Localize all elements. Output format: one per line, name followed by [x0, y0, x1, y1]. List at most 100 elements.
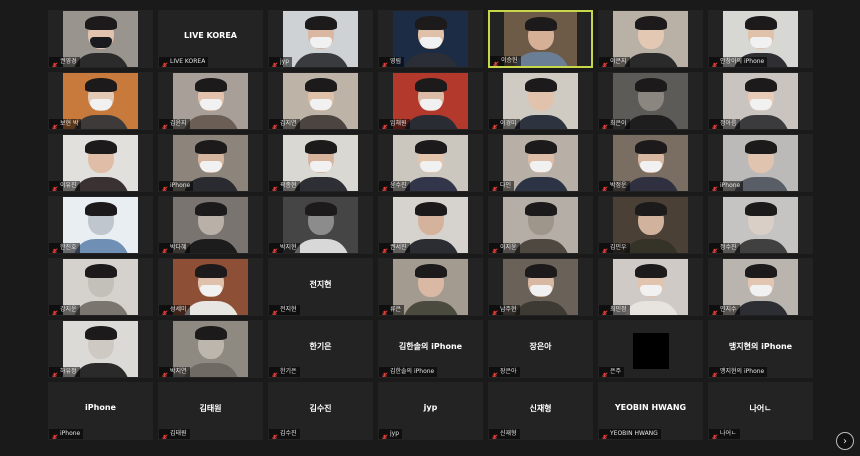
- participant-tile[interactable]: 임채원: [378, 72, 483, 130]
- participant-tile[interactable]: 한진호: [48, 196, 153, 254]
- participant-nametag: 박지현: [269, 243, 300, 253]
- participant-tile[interactable]: 권영경: [48, 10, 153, 68]
- participant-tile[interactable]: 이지윤: [488, 196, 593, 254]
- muted-mic-icon: [271, 431, 278, 439]
- muted-mic-icon: [492, 58, 499, 66]
- participant-name-label: 박정운: [610, 182, 627, 189]
- participant-tile[interactable]: 전지현 전지현: [268, 258, 373, 316]
- participant-tile[interactable]: 김한솔의 iPhone 김한솔의 iPhone: [378, 320, 483, 378]
- muted-mic-icon: [271, 121, 278, 129]
- participant-tile[interactable]: 김수진 김수진: [268, 382, 373, 440]
- participant-tile[interactable]: LIVE KOREA LIVE KOREA: [158, 10, 263, 68]
- participant-tile[interactable]: 강지운: [48, 258, 153, 316]
- participant-tile[interactable]: 다인: [488, 134, 593, 192]
- participant-tile[interactable]: 은주: [598, 320, 703, 378]
- participant-nametag: 권영경: [49, 57, 80, 67]
- muted-mic-icon: [711, 183, 718, 191]
- participant-tile[interactable]: 김윤지: [158, 72, 263, 130]
- participant-tile[interactable]: 정아름: [708, 72, 813, 130]
- participant-name-label: 성세미: [170, 306, 187, 313]
- participant-tile[interactable]: 신재형 신재형: [488, 382, 593, 440]
- avatar: [632, 333, 669, 369]
- participant-tile[interactable]: 보현 박: [48, 72, 153, 130]
- participant-name-label: 최은이: [610, 120, 627, 127]
- participant-name-label: 강지운: [60, 306, 77, 313]
- participant-name-label: 이경미: [500, 120, 517, 127]
- participant-tile[interactable]: jyp: [268, 10, 373, 68]
- participant-nametag: 강지운: [49, 305, 80, 315]
- muted-mic-icon: [381, 369, 388, 377]
- participant-display-name: YEOBIN HWANG: [614, 403, 687, 412]
- participant-nametag: 이경미: [489, 119, 520, 129]
- participant-name-label: 영림: [390, 58, 402, 65]
- participant-tile[interactable]: 이승헌: [488, 10, 593, 68]
- muted-mic-icon: [601, 431, 608, 439]
- participant-tile[interactable]: 남주현: [488, 258, 593, 316]
- participant-tile[interactable]: 김지연: [268, 72, 373, 130]
- participant-tile[interactable]: 이은지: [598, 10, 703, 68]
- participant-tile[interactable]: iPhone iPhone: [48, 382, 153, 440]
- participant-tile[interactable]: 박지현: [268, 196, 373, 254]
- participant-tile[interactable]: 김민우: [598, 196, 703, 254]
- muted-mic-icon: [161, 183, 168, 191]
- muted-mic-icon: [491, 431, 498, 439]
- participant-tile[interactable]: 하유정: [48, 320, 153, 378]
- participant-tile[interactable]: 안창이의 iPhone: [708, 10, 813, 68]
- participant-tile[interactable]: 성세미: [158, 258, 263, 316]
- participant-tile[interactable]: 곽종현: [268, 134, 373, 192]
- participant-tile[interactable]: YEOBIN HWANG YEOBIN HWANG: [598, 382, 703, 440]
- participant-display-name: LIVE KOREA: [184, 31, 237, 40]
- muted-mic-icon: [381, 245, 388, 253]
- participant-tile[interactable]: 류은: [378, 258, 483, 316]
- participant-tile[interactable]: 박정운: [598, 134, 703, 192]
- muted-mic-icon: [381, 431, 388, 439]
- participant-tile[interactable]: 김태원 김태원: [158, 382, 263, 440]
- participant-name-label: 정수진: [720, 244, 737, 251]
- muted-mic-icon: [711, 59, 718, 67]
- participant-name-label: 전지현: [280, 306, 297, 313]
- participant-name-label: 나어ㄴ: [720, 430, 737, 437]
- participant-nametag: 이은지: [599, 57, 630, 67]
- participant-tile[interactable]: jyp jyp: [378, 382, 483, 440]
- muted-mic-icon: [271, 307, 278, 315]
- participant-name-label: 박지연: [170, 368, 187, 375]
- participant-tile[interactable]: 이유진: [48, 134, 153, 192]
- muted-mic-icon: [51, 307, 58, 315]
- next-page-button[interactable]: ›: [836, 432, 854, 450]
- participant-tile[interactable]: 한기은 한기은: [268, 320, 373, 378]
- muted-mic-icon: [711, 121, 718, 129]
- participant-tile[interactable]: 맹지현의 iPhone 맹지현의 iPhone: [708, 320, 813, 378]
- participant-tile[interactable]: 박지연: [158, 320, 263, 378]
- participant-tile[interactable]: 최민정: [598, 258, 703, 316]
- participant-tile[interactable]: 정수진: [708, 196, 813, 254]
- participant-tile[interactable]: 장은아 장은아: [488, 320, 593, 378]
- muted-mic-icon: [601, 59, 608, 67]
- participant-nametag: 신재형: [489, 429, 520, 439]
- participant-nametag: 다인: [489, 181, 515, 191]
- participant-tile[interactable]: 박다혜: [158, 196, 263, 254]
- participant-tile[interactable]: iPhone: [158, 134, 263, 192]
- participant-name-label: 맹지현의 iPhone: [720, 368, 765, 375]
- muted-mic-icon: [491, 245, 498, 253]
- participant-tile[interactable]: 권서진: [378, 196, 483, 254]
- participant-tile[interactable]: 이경미: [488, 72, 593, 130]
- participant-name-label: 류은: [390, 306, 402, 313]
- participant-tile[interactable]: 윤수진: [378, 134, 483, 192]
- participant-name-label: 이은지: [610, 58, 627, 65]
- participant-tile[interactable]: 민지수: [708, 258, 813, 316]
- participant-nametag: 하유정: [49, 367, 80, 377]
- participant-nametag: 김한솔의 iPhone: [379, 367, 438, 377]
- participant-tile[interactable]: 영림: [378, 10, 483, 68]
- participant-display-name: 김수진: [309, 404, 332, 413]
- participant-nametag: jyp: [269, 57, 293, 67]
- participant-name-label: 다인: [500, 182, 512, 189]
- participant-name-label: 권서진: [390, 244, 407, 251]
- participant-display-name: iPhone: [85, 403, 116, 412]
- participant-tile[interactable]: iPhone: [708, 134, 813, 192]
- participant-name-label: LIVE KOREA: [170, 58, 206, 65]
- participant-nametag: 민지수: [709, 305, 740, 315]
- participant-nametag: 성세미: [159, 305, 190, 315]
- participant-display-name: 한기은: [309, 342, 332, 351]
- participant-tile[interactable]: 나어ㄴ 나어ㄴ: [708, 382, 813, 440]
- participant-tile[interactable]: 최은이: [598, 72, 703, 130]
